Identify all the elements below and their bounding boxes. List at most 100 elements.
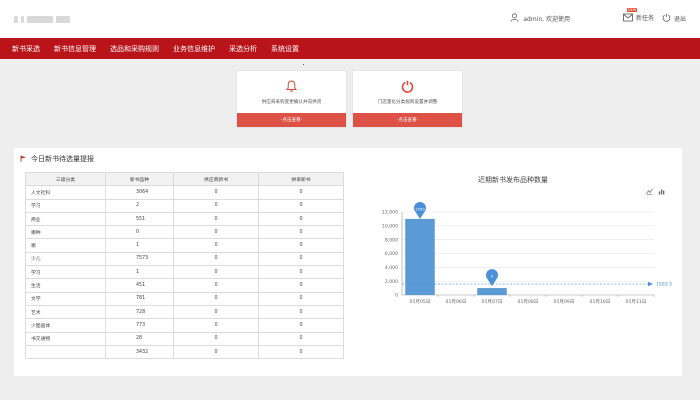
nav-item-book-info-management[interactable]: 新书信息管理 (54, 44, 96, 54)
flag-icon (20, 155, 27, 164)
new-titles-cell: 1 (105, 265, 174, 280)
new-titles-cell: 7573 (105, 251, 174, 267)
category-cell: 少图画体 (25, 318, 106, 333)
col-header-supplier-new: 供应商新书 (173, 171, 259, 187)
user-info[interactable]: admin, 欢迎使用 (510, 13, 570, 24)
main-nav: 新书采选 新书信息管理 选品和采购规则 业务信息维护 采选分析 系统设置 (0, 38, 700, 59)
category-cell: 文学 (25, 291, 106, 306)
report-panel: 今日新书待选量提报 三级分类 新书品种 供应商新书 拼单新书 人文社科 3064 0… (14, 148, 682, 376)
power-icon (662, 13, 671, 24)
joint-new-cell: 0 (258, 251, 344, 267)
notice-card-supplier: 供应商采购变更确认并向供货 -点击查看- (236, 70, 347, 128)
x-tick-label: 01月05日 (410, 299, 431, 305)
new-badge: NEW (626, 8, 638, 12)
category-cell: 哪种 (25, 225, 106, 240)
nav-item-selection-rules[interactable]: 选品和采购规则 (110, 44, 159, 54)
category-cell: 少儿 (25, 251, 106, 267)
table-row: 人文社科 3064 0 0 (25, 185, 344, 200)
new-titles-cell: 551 (105, 211, 174, 227)
nav-item-system-settings[interactable]: 系统设置 (271, 44, 299, 54)
supplier-new-cell: 0 (173, 198, 259, 213)
category-cell: 艺术 (25, 304, 106, 320)
new-titles-cell: 728 (105, 304, 174, 320)
new-titles-cell: 2 (105, 198, 174, 213)
power-icon (353, 80, 462, 93)
joint-new-cell: 0 (258, 238, 344, 253)
view-details-button[interactable]: -点击查看- (237, 113, 346, 127)
x-tick-label: 01月06日 (446, 299, 467, 305)
view-details-button[interactable]: -点击查看- (353, 113, 462, 127)
task-notice[interactable]: NEW 新任务 (623, 8, 654, 22)
markline-arrow (648, 281, 653, 287)
table-row: 哪种 0 0 0 (25, 225, 344, 240)
publication-bar-chart: 0 2,000 4,000 6,000 8,000 10,000 12,000 01月05日 0… (382, 201, 672, 305)
supplier-new-cell: 0 (173, 318, 259, 333)
markpoint-label: 1050 (415, 206, 425, 211)
mail-icon: NEW (623, 8, 638, 22)
bar (477, 288, 507, 295)
y-tick-label: 6,000 (385, 251, 398, 257)
table-row: 文学 781 0 0 (25, 291, 344, 306)
y-tick-label: 4,000 (385, 265, 398, 271)
y-tick-label: 2,000 (385, 279, 398, 285)
joint-new-cell: 0 (258, 198, 344, 213)
top-header: admin, 欢迎使用 NEW 新任务 退出 (0, 0, 700, 38)
chart-title: 近期新书发布品种数量 (478, 176, 548, 184)
new-titles-cell: 3064 (105, 185, 174, 200)
y-tick-label: 8,000 (385, 237, 398, 243)
nav-item-business-maintenance[interactable]: 业务信息维护 (173, 44, 215, 54)
supplier-new-cell: 0 (173, 211, 259, 227)
joint-new-cell: 0 (258, 185, 344, 200)
joint-new-cell: 0 (258, 278, 344, 293)
notice-card-store: 门店量化分类规则设置并调整 -点击查看- (352, 70, 463, 128)
category-cell: 哪 (25, 238, 106, 253)
supplier-new-cell: 0 (173, 304, 259, 320)
joint-new-cell: 0 (258, 265, 344, 280)
x-tick-label: 01月07日 (482, 299, 503, 305)
nav-item-new-book-selection[interactable]: 新书采选 (12, 44, 40, 54)
category-table: 三级分类 新书品种 供应商新书 拼单新书 人文社科 3064 0 0 学习 2 0 0 商业 55… (25, 171, 344, 360)
new-titles-cell: 28 (105, 331, 174, 346)
panel-title-text: 今日新书待选量提报 (31, 155, 94, 163)
category-cell: 书交通物 (25, 331, 106, 346)
bar (405, 218, 435, 295)
supplier-new-cell: 0 (173, 291, 259, 306)
category-cell: 人文社科 (25, 185, 106, 200)
joint-new-cell: 0 (258, 225, 344, 240)
supplier-new-cell: 0 (173, 251, 259, 267)
col-header-category: 三级分类 (25, 171, 106, 187)
x-tick-label: 01月10日 (590, 299, 611, 305)
y-tick-label: 0 (395, 293, 398, 299)
bell-icon (237, 80, 346, 92)
user-icon (510, 13, 519, 24)
col-header-joint-new: 拼单新书 (258, 171, 344, 187)
joint-new-cell: 0 (258, 331, 344, 346)
y-tick-label: 12,000 (382, 210, 398, 216)
supplier-new-cell: 0 (173, 331, 259, 346)
supplier-new-cell: 0 (173, 225, 259, 240)
joint-new-cell: 0 (258, 344, 344, 360)
table-row: 商业 551 0 0 (25, 211, 344, 227)
joint-new-cell: 0 (258, 291, 344, 306)
logo (14, 13, 70, 25)
new-titles-cell: 781 (105, 291, 174, 306)
supplier-new-cell: 0 (173, 185, 259, 200)
new-titles-cell: 773 (105, 318, 174, 333)
table-row: 哪100 (25, 238, 344, 253)
new-titles-cell: 3432 (105, 344, 174, 360)
category-cell: 商业 (25, 211, 106, 227)
nav-item-analysis[interactable]: 采选分析 (229, 44, 257, 54)
category-cell (25, 344, 106, 360)
table-row: 学习 2 0 0 (25, 198, 344, 213)
joint-new-cell: 0 (258, 211, 344, 227)
table-row: 生活 451 0 0 (25, 278, 344, 293)
panel-title: 今日新书待选量提报 (20, 154, 94, 164)
supplier-new-cell: 0 (173, 238, 259, 253)
divider-dot (303, 64, 304, 65)
new-titles-cell: 451 (105, 278, 174, 293)
x-tick-label: 01月11日 (626, 299, 647, 305)
logout-button[interactable]: 退出 (662, 13, 686, 24)
table-header-row: 三级分类 新书品种 供应商新书 拼单新书 (25, 171, 344, 187)
logout-label: 退出 (673, 16, 686, 23)
table-row: 少儿 7573 0 0 (25, 251, 344, 267)
